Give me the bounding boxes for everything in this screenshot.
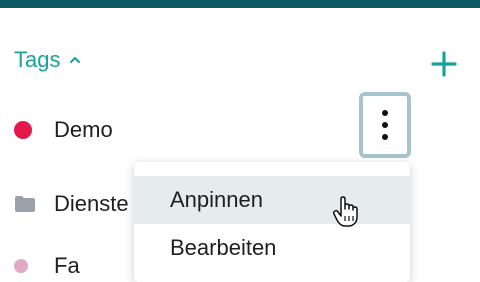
tag-label: Demo xyxy=(54,117,113,142)
tag-context-menu: Anpinnen Bearbeiten xyxy=(134,162,410,282)
tag-color-dot xyxy=(14,259,28,273)
more-options-button[interactable] xyxy=(359,92,411,158)
tag-label: Fa xyxy=(54,253,80,278)
add-tag-button[interactable] xyxy=(428,50,460,78)
tags-title: Tags xyxy=(14,47,61,72)
hand-pointer-cursor xyxy=(332,196,358,227)
tag-item-third[interactable]: Fa xyxy=(14,252,80,280)
tag-color-dot xyxy=(14,121,32,139)
tag-item-demo[interactable]: Demo xyxy=(14,116,113,144)
plus-icon xyxy=(431,51,457,77)
tag-label: Dienste xyxy=(54,191,129,216)
tags-section-header[interactable]: Tags xyxy=(14,46,82,74)
chevron-up-icon[interactable] xyxy=(68,53,82,67)
tag-item-dienste[interactable]: Dienste xyxy=(14,190,129,218)
folder-icon xyxy=(15,196,35,212)
menu-item-edit[interactable]: Bearbeiten xyxy=(134,224,410,272)
more-vertical-icon xyxy=(382,110,388,116)
menu-item-pin[interactable]: Anpinnen xyxy=(134,176,410,224)
top-bar xyxy=(0,0,480,8)
